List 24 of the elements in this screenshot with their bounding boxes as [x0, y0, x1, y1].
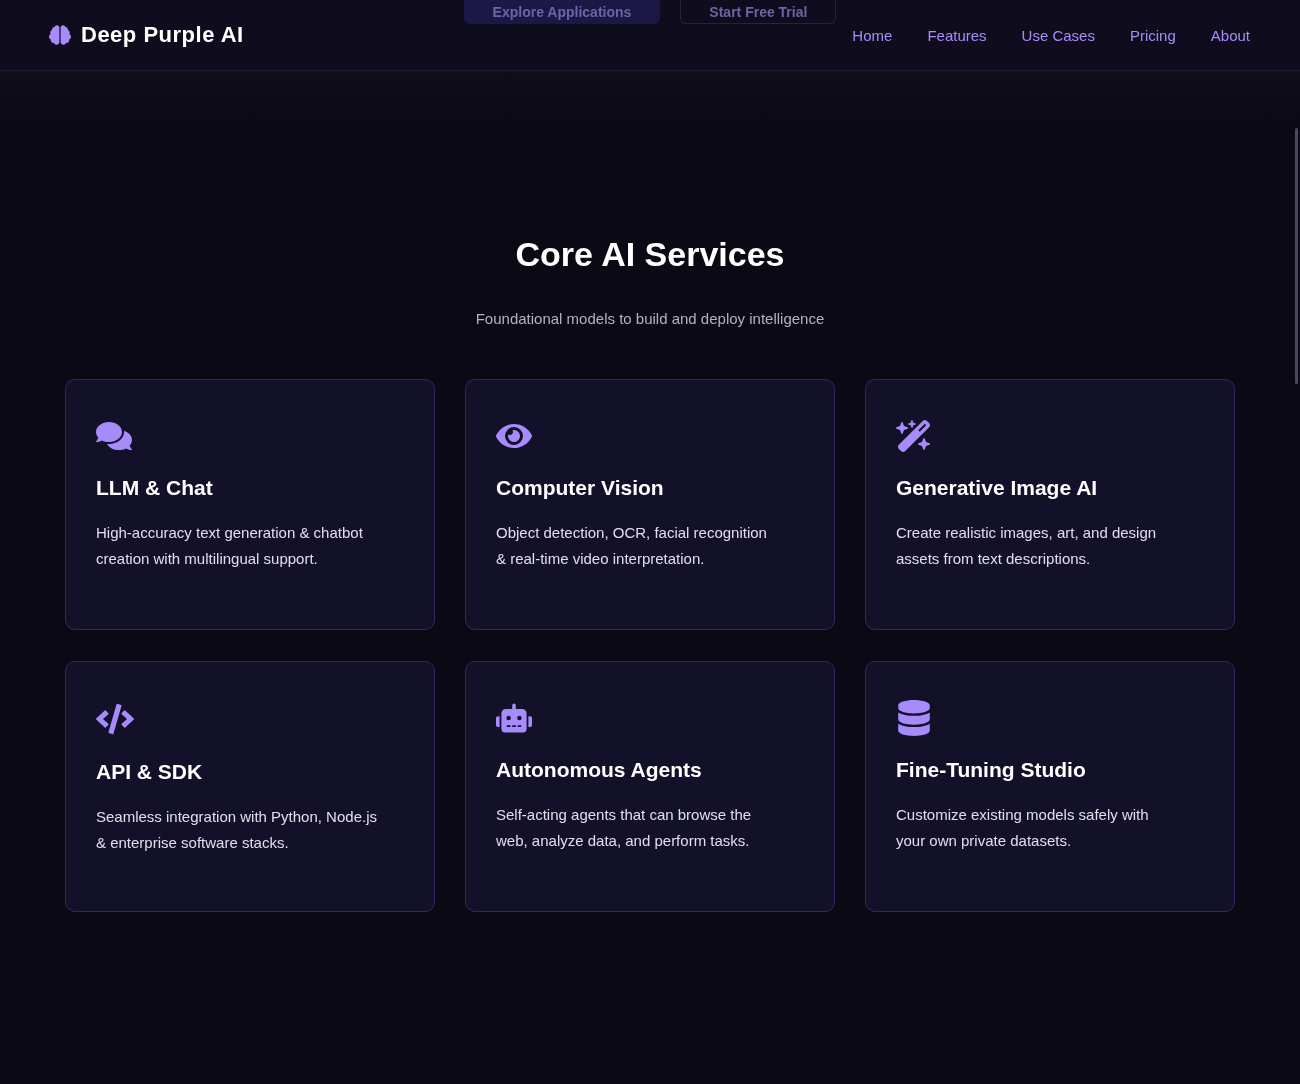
card-description: Create realistic images, art, and design assets from text descriptions. [896, 523, 1158, 569]
card-title: Generative Image AI [896, 476, 1099, 500]
scrollbar-thumb[interactable] [1295, 128, 1298, 384]
card-title: Autonomous Agents [496, 758, 703, 782]
card-description: Object detection, OCR, facial recognition & real-time video interpretation. [496, 523, 768, 569]
nav-link[interactable]: About [1210, 26, 1250, 44]
card-description: Customize existing models safely with your own private datasets. [896, 805, 1150, 851]
nav-link[interactable]: Features [927, 26, 987, 44]
card-title: Fine-Tuning Studio [896, 758, 1087, 782]
brand-name: Deep Purple AI [81, 22, 244, 48]
card-description: Seamless integration with Python, Node.js & enterprise software stacks. [96, 807, 378, 853]
database-icon [896, 700, 932, 736]
card-title: API & SDK [96, 760, 204, 784]
card-title: LLM & Chat [96, 476, 214, 500]
nav-link[interactable]: Use Cases [1021, 26, 1095, 44]
section-subtitle: Foundational models to build and deploy intelligence [475, 310, 825, 327]
nav-link[interactable]: Pricing [1129, 26, 1176, 44]
nav-link[interactable]: Home [852, 26, 893, 44]
card-description: High-accuracy text generation & chatbot creation with multilingual support. [96, 523, 364, 569]
brain-icon [49, 24, 71, 46]
section-title: Core AI Services [515, 235, 785, 274]
card-description: Self-acting agents that can browse the web, analyze data, and perform tasks. [496, 805, 753, 851]
card-title: Computer Vision [496, 476, 665, 500]
magic-wand-icon [896, 418, 932, 454]
